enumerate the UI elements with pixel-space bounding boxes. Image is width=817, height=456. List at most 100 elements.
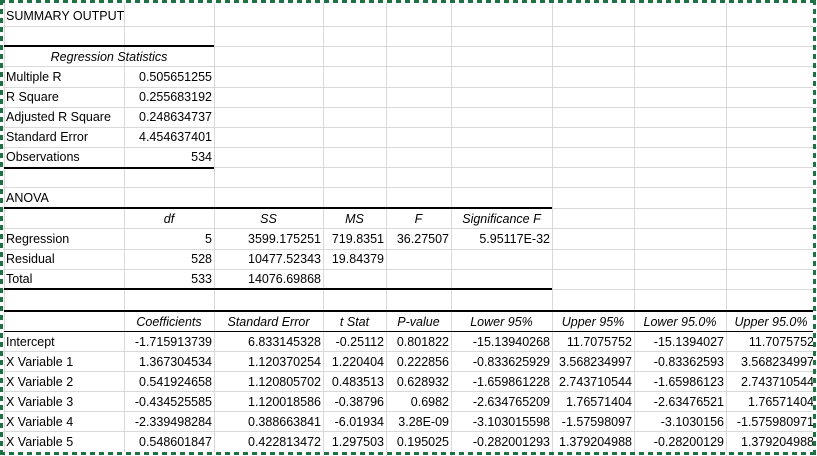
- lower-95-value[interactable]: -0.833625929: [451, 352, 552, 372]
- anova-header-ss[interactable]: SS: [214, 209, 323, 229]
- anova-header-df[interactable]: df: [124, 209, 214, 229]
- selection-marquee: [813, 0, 816, 456]
- std-error-value[interactable]: 1.120805702: [214, 372, 323, 392]
- anova-ss[interactable]: 3599.175251: [214, 229, 323, 249]
- p-value[interactable]: 0.628932: [386, 372, 451, 392]
- std-error-value[interactable]: 6.833145328: [214, 332, 323, 352]
- std-error-value[interactable]: 0.422813472: [214, 432, 323, 452]
- upper-95-value[interactable]: 1.379204988: [552, 432, 634, 452]
- std-error-value[interactable]: 1.120370254: [214, 352, 323, 372]
- regression-statistics-header[interactable]: Regression Statistics: [4, 47, 214, 67]
- coef-row-label[interactable]: X Variable 2: [4, 372, 124, 392]
- t-stat-value[interactable]: -6.01934: [323, 412, 386, 432]
- coef-row-label[interactable]: X Variable 5: [4, 432, 124, 452]
- coef-header[interactable]: Coefficients: [124, 312, 214, 332]
- row-border: [0, 26, 817, 27]
- upper-95-value[interactable]: -1.57598097: [552, 412, 634, 432]
- stat-value[interactable]: 0.248634737: [124, 107, 214, 127]
- upper-95.0-value[interactable]: 3.568234997: [726, 352, 816, 372]
- stat-label[interactable]: R Square: [4, 87, 124, 107]
- p-value[interactable]: 3.28E-09: [386, 412, 451, 432]
- upper-95.0-value[interactable]: 1.76571404: [726, 392, 816, 412]
- anova-header-ms[interactable]: MS: [323, 209, 386, 229]
- lower-95.0-value[interactable]: -1.65986123: [634, 372, 726, 392]
- anova-df[interactable]: 533: [124, 269, 214, 289]
- coef-row-label[interactable]: X Variable 1: [4, 352, 124, 372]
- coef-row-label[interactable]: X Variable 4: [4, 412, 124, 432]
- t-stat-value[interactable]: 0.483513: [323, 372, 386, 392]
- upper-95.0-value[interactable]: 11.7075752: [726, 332, 816, 352]
- p-value[interactable]: 0.801822: [386, 332, 451, 352]
- coef-row-label[interactable]: X Variable 3: [4, 392, 124, 412]
- coef-value[interactable]: -1.715913739: [124, 332, 214, 352]
- t-stat-value[interactable]: -0.38796: [323, 392, 386, 412]
- coef-value[interactable]: 0.548601847: [124, 432, 214, 452]
- coef-row-label[interactable]: Intercept: [4, 332, 124, 352]
- t-stat-value[interactable]: -0.25112: [323, 332, 386, 352]
- anova-header-significance-f[interactable]: Significance F: [451, 209, 552, 229]
- upper-95.0-value[interactable]: 2.743710544: [726, 372, 816, 392]
- upper-95.0-value[interactable]: 1.379204988: [726, 432, 816, 452]
- coef-header[interactable]: Standard Error: [214, 312, 323, 332]
- coef-value[interactable]: -0.434525585: [124, 392, 214, 412]
- anova-ms[interactable]: 719.8351: [323, 229, 386, 249]
- lower-95-value[interactable]: -0.282001293: [451, 432, 552, 452]
- stat-value[interactable]: 4.454637401: [124, 127, 214, 147]
- lower-95-value[interactable]: -15.13940268: [451, 332, 552, 352]
- coef-value[interactable]: 0.541924658: [124, 372, 214, 392]
- stat-value[interactable]: 0.505651255: [124, 67, 214, 87]
- upper-95-value[interactable]: 2.743710544: [552, 372, 634, 392]
- coef-header[interactable]: t Stat: [323, 312, 386, 332]
- anova-header-f[interactable]: F: [386, 209, 451, 229]
- coef-header[interactable]: Lower 95.0%: [634, 312, 726, 332]
- lower-95-value[interactable]: -3.103015598: [451, 412, 552, 432]
- std-error-value[interactable]: 0.388663841: [214, 412, 323, 432]
- stat-value[interactable]: 0.255683192: [124, 87, 214, 107]
- coef-header[interactable]: P-value: [386, 312, 451, 332]
- selection-marquee: [0, 0, 3, 456]
- upper-95-value[interactable]: 3.568234997: [552, 352, 634, 372]
- lower-95-value[interactable]: -2.634765209: [451, 392, 552, 412]
- coef-value[interactable]: 1.367304534: [124, 352, 214, 372]
- p-value[interactable]: 0.6982: [386, 392, 451, 412]
- anova-f[interactable]: 36.27507: [386, 229, 451, 249]
- anova-row-label[interactable]: Residual: [4, 249, 124, 269]
- summary-output-title[interactable]: SUMMARY OUTPUT: [4, 6, 184, 26]
- p-value[interactable]: 0.222856: [386, 352, 451, 372]
- anova-row-label[interactable]: Regression: [4, 229, 124, 249]
- t-stat-value[interactable]: 1.220404: [323, 352, 386, 372]
- coef-header[interactable]: Upper 95%: [552, 312, 634, 332]
- anova-ss[interactable]: 10477.52343: [214, 249, 323, 269]
- anova-significance-f[interactable]: 5.95117E-32: [451, 229, 552, 249]
- anova-row-label[interactable]: Total: [4, 269, 124, 289]
- stat-value[interactable]: 534: [124, 147, 214, 167]
- lower-95.0-value[interactable]: -0.83362593: [634, 352, 726, 372]
- stat-label[interactable]: Multiple R: [4, 67, 124, 87]
- lower-95-value[interactable]: -1.659861228: [451, 372, 552, 392]
- upper-95.0-value[interactable]: -1.575980971: [726, 412, 816, 432]
- anova-df[interactable]: 5: [124, 229, 214, 249]
- stat-label[interactable]: Adjusted R Square: [4, 107, 124, 127]
- table-bottom-border: [4, 288, 552, 290]
- anova-ss[interactable]: 14076.69868: [214, 269, 323, 289]
- anova-title[interactable]: ANOVA: [4, 188, 124, 208]
- p-value[interactable]: 0.195025: [386, 432, 451, 452]
- selection-marquee: [0, 0, 817, 3]
- t-stat-value[interactable]: 1.297503: [323, 432, 386, 452]
- stat-label[interactable]: Observations: [4, 147, 124, 167]
- lower-95.0-value[interactable]: -2.63476521: [634, 392, 726, 412]
- upper-95-value[interactable]: 1.76571404: [552, 392, 634, 412]
- coef-header[interactable]: Upper 95.0%: [726, 312, 816, 332]
- stat-label[interactable]: Standard Error: [4, 127, 124, 147]
- selection-marquee: [0, 452, 817, 455]
- lower-95.0-value[interactable]: -3.1030156: [634, 412, 726, 432]
- lower-95.0-value[interactable]: -15.1394027: [634, 332, 726, 352]
- spreadsheet-grid[interactable]: SUMMARY OUTPUT Regression Statistics Mul…: [0, 0, 817, 456]
- anova-df[interactable]: 528: [124, 249, 214, 269]
- coef-value[interactable]: -2.339498284: [124, 412, 214, 432]
- anova-ms[interactable]: 19.84379: [323, 249, 386, 269]
- lower-95.0-value[interactable]: -0.28200129: [634, 432, 726, 452]
- coef-header[interactable]: Lower 95%: [451, 312, 552, 332]
- std-error-value[interactable]: 1.120018586: [214, 392, 323, 412]
- upper-95-value[interactable]: 11.7075752: [552, 332, 634, 352]
